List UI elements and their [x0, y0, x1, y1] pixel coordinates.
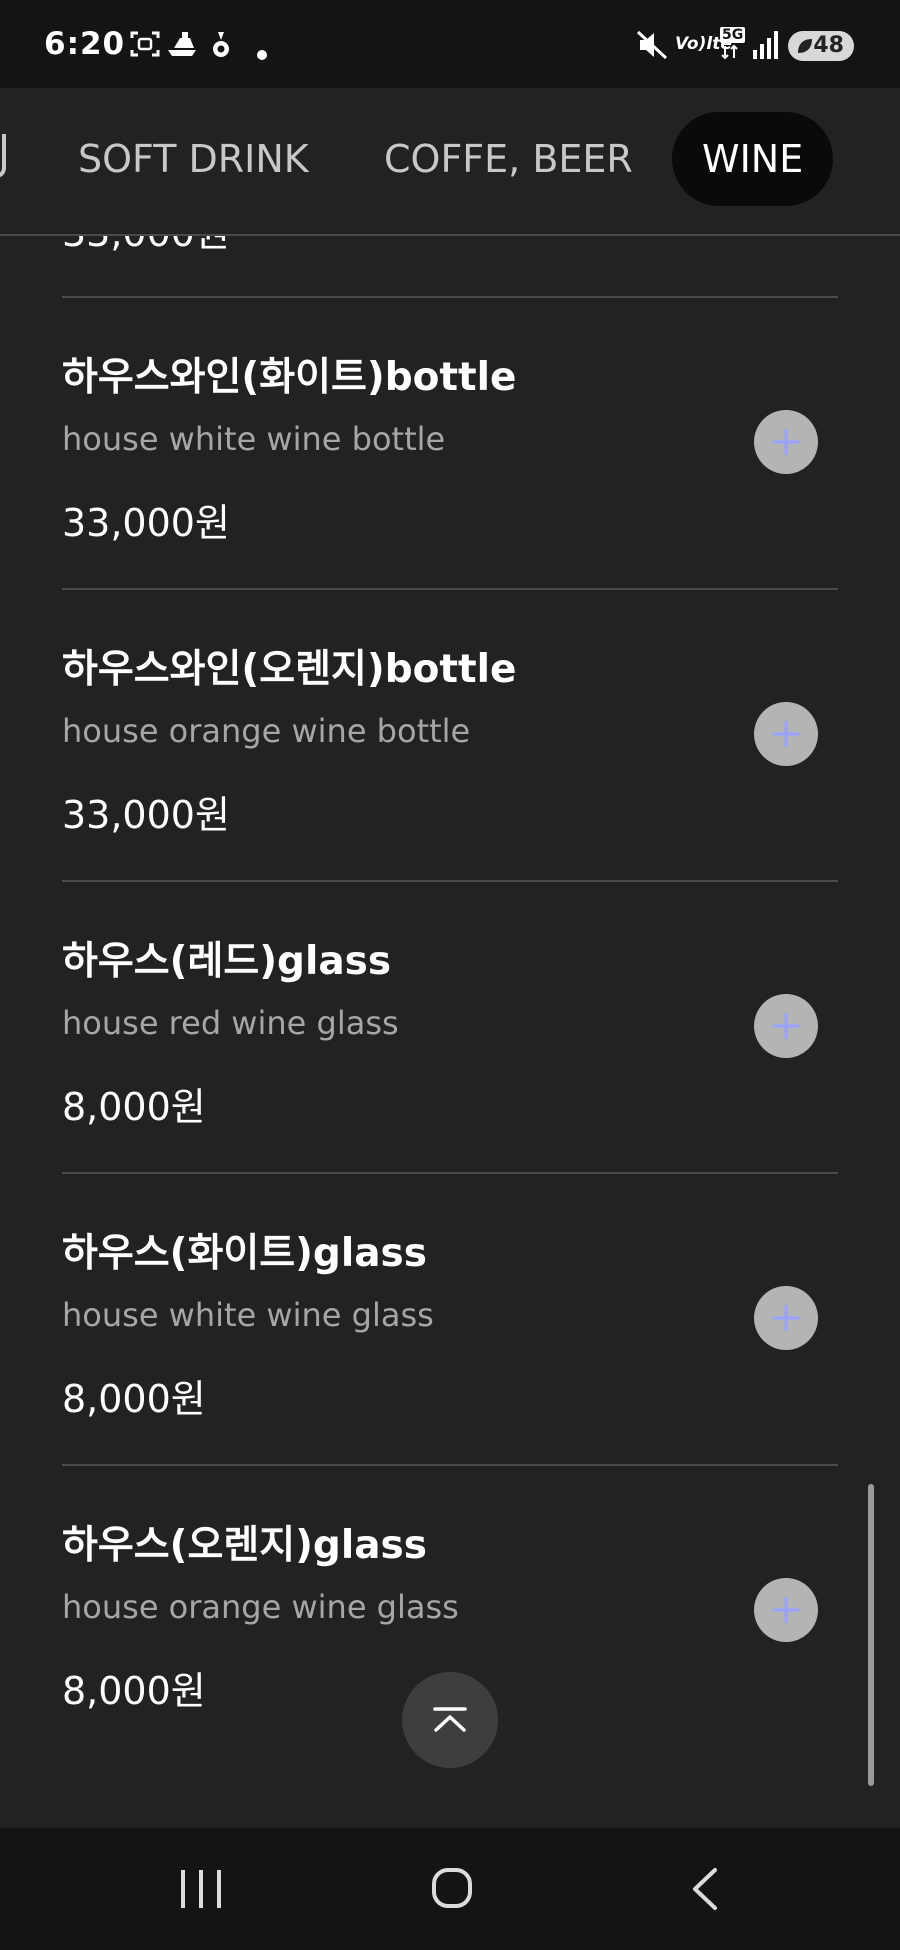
add-to-cart-button[interactable] [754, 702, 818, 766]
add-to-cart-button[interactable] [754, 1578, 818, 1642]
menu-list[interactable]: 33,000원 하우스와인(화이트)bottle house white win… [0, 0, 900, 1828]
plus-icon [772, 1304, 800, 1332]
tab-coffee-beer[interactable]: COFFE, BEER [384, 112, 633, 206]
tab-wine[interactable]: WINE [672, 112, 834, 206]
tab-partial-previous[interactable] [0, 134, 6, 178]
plus-icon [772, 720, 800, 748]
menu-item-description: house red wine glass [62, 1004, 399, 1042]
menu-item-name: 하우스와인(오렌지)bottle [62, 647, 517, 692]
menu-item-price: 33,000원 [62, 501, 230, 545]
add-to-cart-button[interactable] [754, 1286, 818, 1350]
menu-item-name: 하우스(오렌지)glass [62, 1523, 427, 1568]
menu-item-description: house white wine glass [62, 1296, 434, 1334]
menu-item-description: house white wine bottle [62, 420, 446, 458]
chevron-up-icon [433, 1707, 467, 1732]
menu-item[interactable]: 하우스와인(오렌지)bottle house orange wine bottl… [62, 588, 838, 880]
menu-item-description: house orange wine glass [62, 1588, 459, 1626]
home-button[interactable] [392, 1828, 512, 1950]
menu-item-price: 8,000원 [62, 1669, 206, 1713]
home-icon [432, 1868, 472, 1908]
screen: 6:20 Vo)lte 5G 48 하우스와인(화이트)bottle house… [0, 0, 900, 1950]
plus-icon [772, 428, 800, 456]
add-to-cart-button[interactable] [754, 994, 818, 1058]
back-icon [693, 1868, 717, 1910]
menu-item-price: 8,000원 [62, 1085, 206, 1129]
recent-apps-button[interactable] [141, 1828, 261, 1950]
scrollbar-thumb[interactable] [868, 1484, 874, 1786]
back-button[interactable] [645, 1828, 765, 1950]
recent-apps-icon [181, 1870, 221, 1908]
tab-soft-drink[interactable]: SOFT DRINK [78, 112, 309, 206]
scroll-to-top-button[interactable] [402, 1672, 498, 1768]
menu-item-price: 8,000원 [62, 1377, 206, 1421]
menu-item-name: 하우스와인(화이트)bottle [62, 355, 517, 400]
menu-item-name: 하우스(레드)glass [62, 939, 392, 984]
menu-item[interactable]: 하우스(화이트)glass house white wine glass 8,0… [62, 1172, 838, 1464]
menu-item-name: 하우스(화이트)glass [62, 1231, 427, 1276]
plus-icon [772, 1596, 800, 1624]
navigation-bar [0, 1828, 900, 1950]
menu-item-price: 33,000원 [62, 793, 230, 837]
plus-icon [772, 1012, 800, 1040]
menu-item[interactable]: 하우스(레드)glass house red wine glass 8,000원 [62, 880, 838, 1172]
menu-item-description: house orange wine bottle [62, 712, 471, 750]
menu-item[interactable]: 하우스와인(화이트)bottle house white wine bottle… [62, 296, 838, 588]
add-to-cart-button[interactable] [754, 410, 818, 474]
category-tab-bar: SOFT DRINK COFFE, BEER WINE [0, 88, 900, 236]
